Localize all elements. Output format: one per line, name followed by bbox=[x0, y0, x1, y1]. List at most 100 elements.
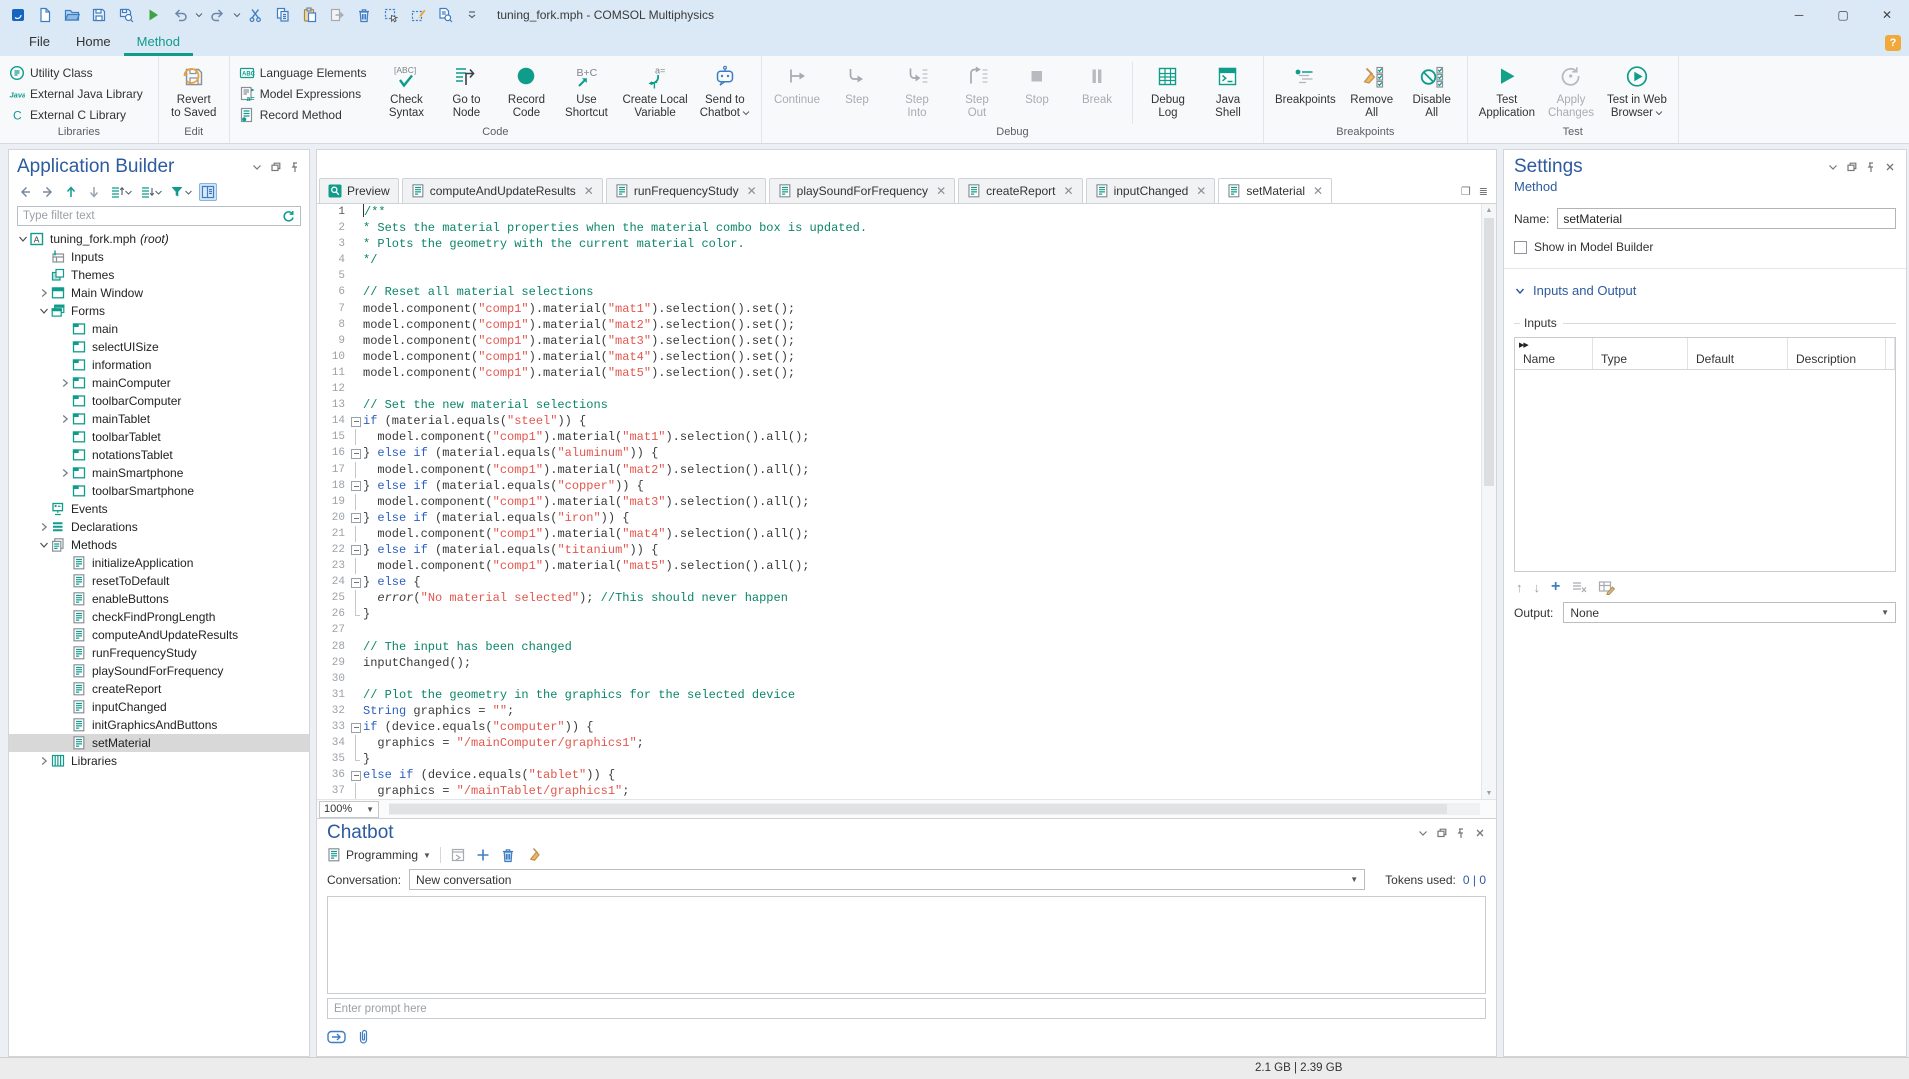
copy-button[interactable] bbox=[270, 3, 296, 27]
add-icon[interactable] bbox=[475, 847, 491, 863]
run-button[interactable] bbox=[140, 3, 166, 27]
chatbot-prompt-input[interactable]: Enter prompt here bbox=[327, 998, 1486, 1019]
filter-funnel-button[interactable] bbox=[169, 184, 192, 200]
float-icon[interactable] bbox=[1435, 826, 1448, 839]
revert-to-saved-button[interactable]: Revert to Saved bbox=[165, 60, 223, 120]
tree-item-tuning-fork-mph[interactable]: Atuning_fork.mph(root) bbox=[9, 230, 309, 248]
toggle-editor-button[interactable] bbox=[199, 183, 217, 201]
filter-refresh-icon[interactable] bbox=[281, 209, 295, 223]
editor-tab-setMaterial[interactable]: setMaterial✕ bbox=[1218, 178, 1332, 203]
restore-pane-icon[interactable]: ❐ bbox=[1461, 185, 1471, 198]
insert-code-icon[interactable] bbox=[450, 847, 466, 863]
close-tab-icon[interactable]: ✕ bbox=[1313, 184, 1323, 198]
broom-icon[interactable] bbox=[525, 847, 541, 863]
collapse-arrow-icon[interactable] bbox=[36, 305, 51, 317]
send-icon[interactable] bbox=[327, 1028, 347, 1046]
name-field[interactable]: setMaterial bbox=[1557, 208, 1896, 229]
close-tab-icon[interactable]: ✕ bbox=[1064, 184, 1074, 198]
chevron-down-icon[interactable] bbox=[1826, 160, 1839, 173]
tree-item-mainSmartphone[interactable]: mainSmartphone bbox=[9, 464, 309, 482]
tree-item-Forms[interactable]: Forms bbox=[9, 302, 309, 320]
trash-icon[interactable] bbox=[500, 847, 516, 863]
output-dropdown[interactable]: None ▼ bbox=[1563, 602, 1896, 623]
expand-arrow-icon[interactable] bbox=[36, 521, 51, 533]
overflow-chevron-button[interactable] bbox=[459, 3, 485, 27]
collapse-arrow-icon[interactable] bbox=[36, 539, 51, 551]
editor-tab-inputChanged[interactable]: inputChanged✕ bbox=[1086, 178, 1216, 203]
tree-item-notationsTablet[interactable]: notationsTablet bbox=[9, 446, 309, 464]
model-expressions-button[interactable]: a=Model Expressions bbox=[236, 84, 370, 103]
close-tab-icon[interactable]: ✕ bbox=[747, 184, 757, 198]
duplicate-button[interactable] bbox=[324, 3, 350, 27]
save-search-button[interactable] bbox=[113, 3, 139, 27]
code-editor[interactable]: 1/**2* Sets the material properties when… bbox=[317, 203, 1496, 799]
edit-table-icon[interactable] bbox=[1598, 580, 1615, 595]
tree-item-Declarations[interactable]: Declarations bbox=[9, 518, 309, 536]
pin-icon[interactable] bbox=[1864, 160, 1877, 173]
expand-arrow-icon[interactable] bbox=[57, 467, 72, 479]
brush-select-button[interactable] bbox=[405, 3, 431, 27]
debug-log-button[interactable]: Debug Log bbox=[1139, 60, 1197, 120]
new-file-button[interactable] bbox=[32, 3, 58, 27]
maximize-button[interactable]: ▢ bbox=[1821, 0, 1865, 30]
send-to-chatbot-button[interactable]: Send to Chatbot bbox=[695, 60, 755, 120]
editor-tab-computeAndUpdateResults[interactable]: computeAndUpdateResults✕ bbox=[402, 178, 603, 203]
scroll-up-icon[interactable]: ▲ bbox=[1482, 204, 1496, 216]
undo-button[interactable] bbox=[167, 3, 193, 27]
fold-marker[interactable] bbox=[348, 478, 363, 494]
tree-item-Inputs[interactable]: Inputs bbox=[9, 248, 309, 266]
float-icon[interactable] bbox=[1845, 160, 1858, 173]
editor-tab-Preview[interactable]: Preview bbox=[319, 178, 399, 203]
use-shortcut-button[interactable]: B+CUse Shortcut bbox=[557, 60, 615, 120]
check-syntax-button[interactable]: [ABC]Check Syntax bbox=[377, 60, 435, 120]
remove-all-button[interactable]: Remove All bbox=[1343, 60, 1401, 120]
ribbon-tab-home[interactable]: Home bbox=[63, 30, 124, 56]
test-in-web-browser-button[interactable]: Test in Web Browser bbox=[1602, 60, 1672, 120]
disable-all-button[interactable]: Disable All bbox=[1403, 60, 1461, 120]
editor-tab-runFrequencyStudy[interactable]: runFrequencyStudy✕ bbox=[606, 178, 766, 203]
fold-marker[interactable] bbox=[348, 574, 363, 590]
external-c-library-button[interactable]: CExternal C Library bbox=[6, 105, 146, 124]
float-icon[interactable] bbox=[269, 160, 282, 173]
editor-vertical-scrollbar[interactable]: ▲ ▼ bbox=[1481, 204, 1496, 799]
tree-item-main[interactable]: main bbox=[9, 320, 309, 338]
chevron-down-icon[interactable] bbox=[1416, 826, 1429, 839]
column-header-type[interactable]: Type bbox=[1593, 338, 1688, 369]
forward-arrow-button[interactable] bbox=[40, 184, 56, 200]
close-tab-icon[interactable]: ✕ bbox=[1196, 184, 1206, 198]
tree-item-Libraries[interactable]: Libraries bbox=[9, 752, 309, 770]
record-code-button[interactable]: Record Code bbox=[497, 60, 555, 120]
close-tab-icon[interactable]: ✕ bbox=[936, 184, 946, 198]
pin-icon[interactable] bbox=[288, 160, 301, 173]
breakpoints-button[interactable]: Breakpoints bbox=[1270, 60, 1341, 107]
tree-item-mainTablet[interactable]: mainTablet bbox=[9, 410, 309, 428]
filter-input[interactable]: Type filter text bbox=[17, 206, 301, 226]
tree-item-Themes[interactable]: Themes bbox=[9, 266, 309, 284]
tree-item-toolbarComputer[interactable]: toolbarComputer bbox=[9, 392, 309, 410]
redo-dropdown[interactable] bbox=[232, 3, 242, 27]
move-up-icon[interactable]: ↑ bbox=[1516, 580, 1523, 595]
go-to-node-button[interactable]: Go to Node bbox=[437, 60, 495, 120]
tree-item-initGraphicsAndButtons[interactable]: initGraphicsAndButtons bbox=[9, 716, 309, 734]
tree-item-Events[interactable]: Events bbox=[9, 500, 309, 518]
add-input-icon[interactable]: + bbox=[1551, 578, 1560, 596]
help-icon[interactable]: ? bbox=[1885, 35, 1901, 51]
tree-item-Main-Window[interactable]: Main Window bbox=[9, 284, 309, 302]
tree-item-mainComputer[interactable]: mainComputer bbox=[9, 374, 309, 392]
external-java-library-button[interactable]: JavaExternal Java Library bbox=[6, 84, 146, 103]
tree-item-playSoundForFrequency[interactable]: playSoundForFrequency bbox=[9, 662, 309, 680]
tree-item-initializeApplication[interactable]: initializeApplication bbox=[9, 554, 309, 572]
move-down-button[interactable] bbox=[86, 184, 102, 200]
column-header-description[interactable]: Description bbox=[1788, 338, 1886, 369]
collapse-arrow-icon[interactable] bbox=[15, 233, 30, 245]
conversation-dropdown[interactable]: New conversation ▼ bbox=[409, 869, 1365, 890]
ribbon-tab-file[interactable]: File bbox=[16, 30, 63, 56]
fold-marker[interactable] bbox=[348, 413, 363, 429]
editor-horizontal-scrollbar[interactable] bbox=[389, 803, 1480, 815]
move-columns-icon[interactable]: ▶▶ bbox=[1519, 341, 1528, 349]
paperclip-icon[interactable] bbox=[356, 1028, 370, 1046]
column-header-default[interactable]: Default bbox=[1688, 338, 1788, 369]
fold-marker[interactable] bbox=[348, 542, 363, 558]
minimize-button[interactable]: ─ bbox=[1777, 0, 1821, 30]
scroll-down-icon[interactable]: ▼ bbox=[1482, 787, 1496, 799]
